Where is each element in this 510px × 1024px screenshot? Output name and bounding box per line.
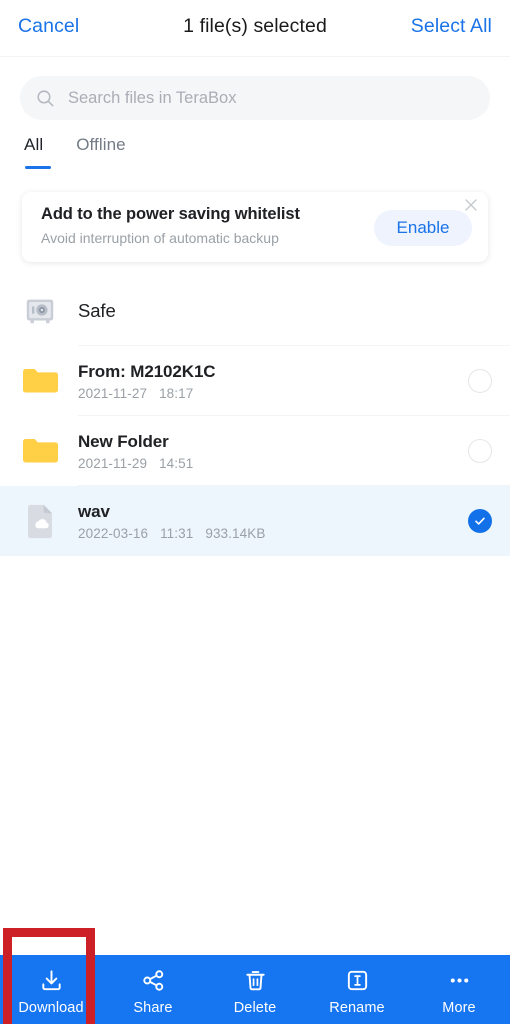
list-item-body: From: M2102K1C 2021-11-27 18:17: [78, 362, 468, 401]
list-item-body: New Folder 2021-11-29 14:51: [78, 432, 468, 471]
banner-title: Add to the power saving whitelist: [41, 205, 300, 223]
select-all-button[interactable]: Select All: [411, 15, 492, 38]
share-icon: [141, 967, 166, 993]
list-item-name: Safe: [78, 300, 116, 321]
list-item-date: 2021-11-29: [78, 455, 148, 471]
search-input[interactable]: [68, 88, 448, 108]
rename-label: Rename: [329, 1000, 385, 1016]
rename-button[interactable]: Rename: [306, 955, 408, 1024]
share-label: Share: [133, 1000, 173, 1016]
rename-icon: [345, 967, 370, 993]
list-item[interactable]: Safe: [0, 276, 510, 346]
safe-vault-icon: [21, 292, 59, 330]
list-item[interactable]: From: M2102K1C 2021-11-27 18:17: [0, 346, 510, 416]
checkbox-checked-icon[interactable]: [468, 509, 492, 533]
list-item-body: Safe: [78, 300, 510, 322]
folder-icon: [21, 432, 59, 470]
checkbox-unchecked-icon[interactable]: [468, 369, 492, 393]
list-item[interactable]: New Folder 2021-11-29 14:51: [0, 416, 510, 486]
delete-label: Delete: [233, 1000, 277, 1016]
list-item-meta: 2021-11-29 14:51: [78, 456, 468, 471]
select-checkbox[interactable]: [468, 439, 492, 463]
list-item-body: wav 2022-03-16 11:31 933.14KB: [78, 502, 468, 541]
list-item-time: 14:51: [159, 455, 194, 471]
select-checkbox[interactable]: [468, 369, 492, 393]
list-item-time: 11:31: [160, 525, 194, 541]
download-icon: [39, 967, 64, 993]
select-checkbox[interactable]: [468, 509, 492, 533]
list-item-name: wav: [78, 501, 110, 521]
delete-button[interactable]: Delete: [204, 955, 306, 1024]
list-item-name: From: M2102K1C: [78, 361, 216, 381]
banner-subtitle: Avoid interruption of automatic backup: [41, 230, 279, 246]
list-item-selected[interactable]: wav 2022-03-16 11:31 933.14KB: [0, 486, 510, 556]
list-item-meta: 2021-11-27 18:17: [78, 386, 468, 401]
file-manager-screen: Cancel 1 file(s) selected Select All All…: [0, 0, 510, 1024]
power-saving-banner: Add to the power saving whitelist Avoid …: [22, 192, 488, 262]
cloud-file-icon: [21, 502, 59, 540]
close-icon[interactable]: [461, 195, 481, 215]
list-item-name: New Folder: [78, 431, 169, 451]
filter-tabs: All Offline: [0, 133, 510, 178]
search-icon: [36, 89, 55, 108]
tab-all[interactable]: All: [24, 133, 52, 169]
more-dots-icon: [447, 967, 472, 993]
action-toolbar: Download Share Delete Rename More: [0, 955, 510, 1024]
file-list: Safe From: M2102K1C 2021-11-27 18:17 New…: [0, 276, 510, 556]
list-item-meta: 2022-03-16 11:31 933.14KB: [78, 526, 468, 541]
download-label: Download: [18, 1000, 84, 1016]
download-button[interactable]: Download: [0, 955, 102, 1024]
share-button[interactable]: Share: [102, 955, 204, 1024]
folder-icon: [21, 362, 59, 400]
list-item-size: 933.14KB: [205, 525, 266, 541]
tab-offline[interactable]: Offline: [76, 133, 126, 169]
search-bar-inner[interactable]: [20, 76, 490, 120]
search-bar[interactable]: [20, 76, 490, 120]
list-item-date: 2022-03-16: [78, 525, 149, 541]
more-button[interactable]: More: [408, 955, 510, 1024]
trash-icon: [243, 967, 268, 993]
top-app-bar: Cancel 1 file(s) selected Select All: [0, 0, 510, 57]
more-label: More: [442, 1000, 476, 1016]
list-item-time: 18:17: [159, 385, 194, 401]
enable-button[interactable]: Enable: [374, 210, 472, 246]
checkbox-unchecked-icon[interactable]: [468, 439, 492, 463]
list-item-date: 2021-11-27: [78, 385, 148, 401]
